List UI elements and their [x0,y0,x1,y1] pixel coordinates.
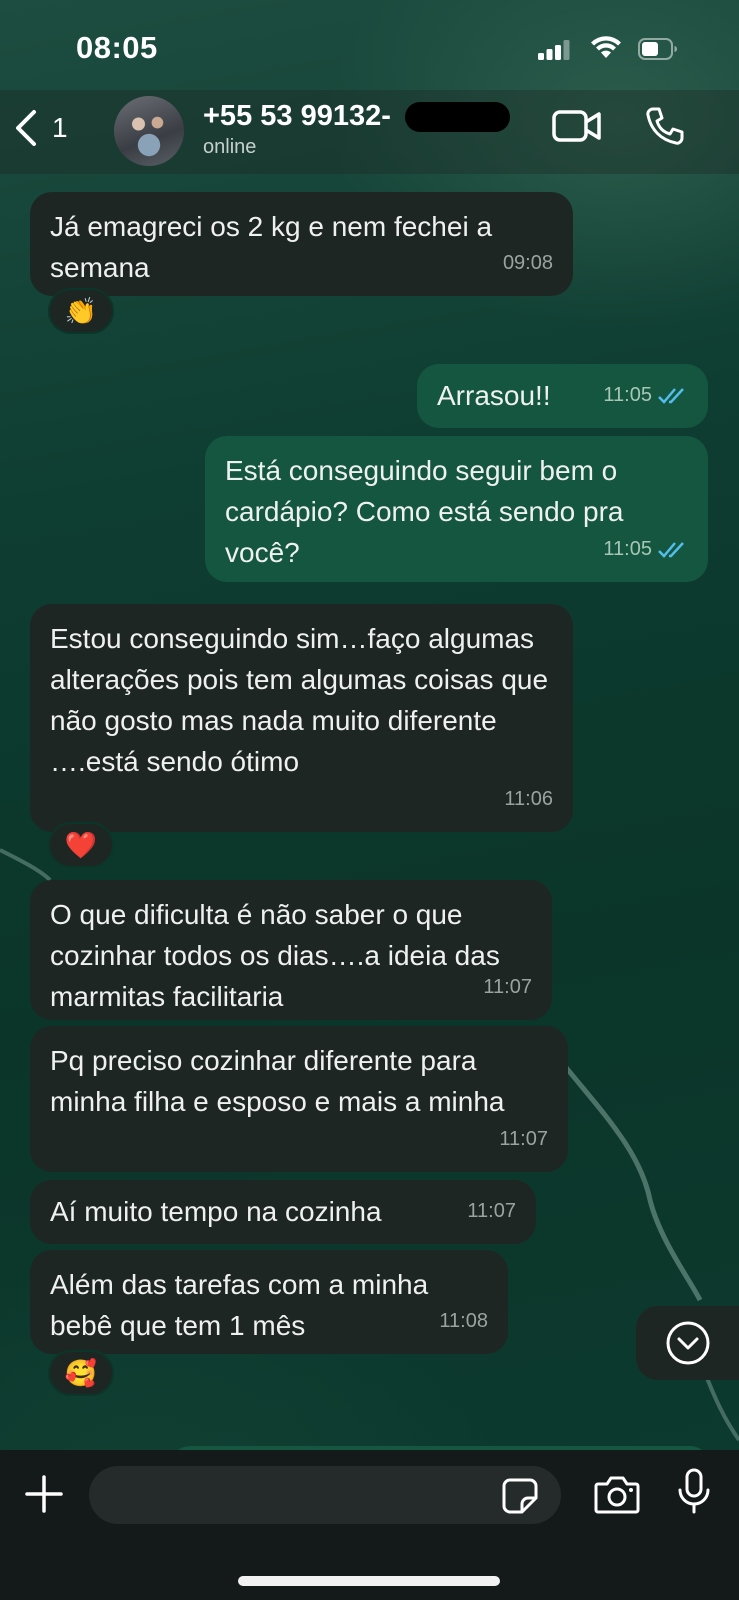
unread-count: 1 [52,112,68,143]
cellular-signal-icon [538,40,570,60]
status-time: 08:05 [76,30,158,65]
microphone-icon[interactable] [677,1468,711,1516]
message-text: Aí muito tempo na cozinha [50,1196,382,1227]
red-heart-emoji: ❤️ [64,829,98,860]
message-text: O que dificulta é não saber o que cozinh… [50,899,500,1012]
video-camera-icon[interactable] [552,108,602,144]
redaction-bar [405,102,510,132]
avatar[interactable] [114,96,184,166]
plus-icon[interactable] [24,1474,64,1514]
contact-name[interactable]: +55 53 99132- [203,100,391,133]
outgoing-message[interactable]: Está conseguindo seguir bem o cardápio? … [205,436,708,582]
status-bar: 08:05 [0,0,739,90]
message-reaction[interactable]: 🥰 [48,1350,114,1396]
outgoing-message[interactable]: Arrasou!! 11:05 [417,364,708,428]
message-text: Arrasou!! [437,380,551,411]
message-reaction[interactable]: ❤️ [48,822,114,868]
battery-icon [638,38,677,60]
message-time: 11:08 [439,1310,488,1332]
message-time: 09:08 [502,252,553,274]
incoming-message[interactable]: Além das tarefas com a minha bebê que te… [30,1250,508,1354]
message-time-text: 11:05 [603,538,652,560]
incoming-message[interactable]: Estou conseguindo sim…faço algumas alter… [30,604,573,832]
incoming-message[interactable]: Já emagreci os 2 kg e nem fechei a seman… [30,192,573,296]
chevron-left-icon [16,110,36,146]
double-check-icon [658,387,684,404]
message-time: 11:05 [603,375,688,416]
home-indicator[interactable] [238,1576,500,1586]
message-text: Estou conseguindo sim…faço algumas alter… [50,623,549,777]
contact-status: online [203,136,257,158]
message-text: Está conseguindo seguir bem o cardápio? … [225,455,624,568]
incoming-message[interactable]: Aí muito tempo na cozinha 11:07 [30,1180,536,1244]
chat-header: 1 +55 53 99132- online [0,90,739,174]
scroll-to-bottom-button[interactable] [636,1306,739,1380]
camera-icon[interactable] [594,1474,640,1514]
message-text: Pq preciso cozinhar diferente para minha… [50,1045,505,1117]
message-reaction[interactable]: 👏 [48,288,114,334]
chevron-down-circle-icon [666,1321,709,1365]
message-input[interactable] [89,1466,561,1524]
composer-bar [0,1450,739,1600]
message-time: 11:07 [499,1128,548,1150]
smiling-face-with-hearts-emoji: 🥰 [64,1357,98,1388]
message-text: Além das tarefas com a minha bebê que te… [50,1269,429,1341]
message-time: 11:07 [467,1200,516,1222]
incoming-message[interactable]: O que dificulta é não saber o que cozinh… [30,880,552,1020]
incoming-message[interactable]: Pq preciso cozinhar diferente para minha… [30,1026,568,1172]
double-check-icon [658,541,684,558]
message-text: Já emagreci os 2 kg e nem fechei a seman… [50,211,493,283]
message-list[interactable]: Já emagreci os 2 kg e nem fechei a seman… [0,174,739,1450]
message-time: 11:06 [504,788,553,810]
phone-icon[interactable] [645,106,685,146]
message-time-text: 11:05 [603,384,652,406]
clapping-hands-emoji: 👏 [64,295,98,326]
sticker-icon[interactable] [502,1478,538,1514]
back-button[interactable]: 1 [14,104,84,152]
message-time: 11:07 [483,976,532,998]
wifi-icon [591,36,621,58]
message-time: 11:05 [603,529,688,570]
